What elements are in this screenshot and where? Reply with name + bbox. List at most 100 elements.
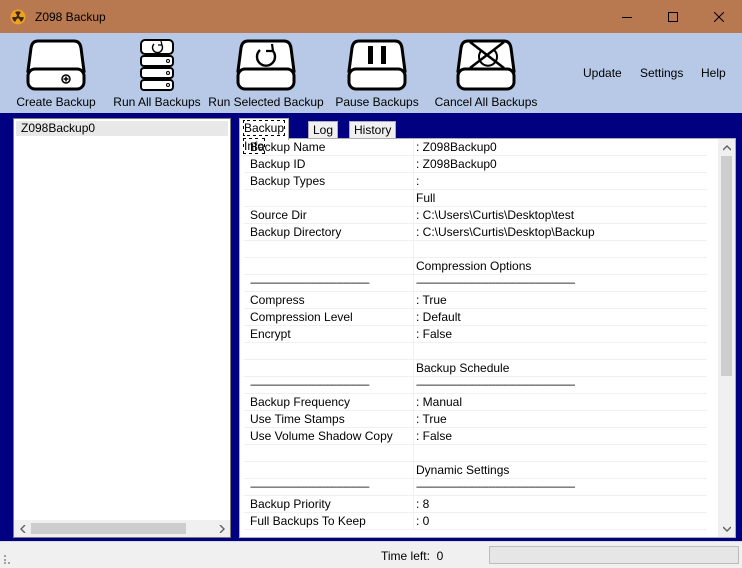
info-row: Backup Directory : C:\Users\Curtis\Deskto… (244, 224, 707, 241)
info-row (244, 241, 707, 258)
minimize-button[interactable] (604, 0, 650, 33)
pause-backups-button[interactable]: Pause Backups (335, 38, 419, 109)
info-key: ----------------------------------------… (250, 380, 370, 391)
scroll-right-button[interactable] (213, 520, 230, 537)
tab-backup-info[interactable]: Backup Info (239, 118, 290, 154)
info-divider (413, 156, 414, 173)
info-divider (413, 360, 414, 377)
info-row: Compression Level: Default (244, 309, 707, 326)
time-left-label: Time left: 0 (381, 549, 443, 563)
info-divider (413, 309, 414, 326)
vertical-scroll-thumb[interactable] (721, 156, 732, 376)
info-key (250, 445, 410, 462)
info-value: : C:\Users\Curtis\Desktop\test (416, 208, 575, 222)
info-divider (413, 292, 414, 309)
tab-history-label: History (354, 123, 392, 137)
info-value: : False (416, 429, 453, 443)
maximize-button[interactable] (650, 0, 696, 33)
time-left-value: 0 (436, 549, 444, 563)
status-bar: Time left: 0 (0, 541, 742, 568)
info-row: Backup Priority: 8 (244, 496, 707, 513)
server-stack-refresh-icon (140, 39, 174, 91)
tab-log-label: Log (313, 123, 334, 137)
info-row: Backup Schedule (244, 360, 707, 377)
info-key (250, 241, 410, 258)
maximize-icon (668, 11, 678, 22)
info-key: ----------------------------------------… (250, 278, 370, 289)
info-key: Compression Level (250, 310, 353, 324)
toolbar: Create Backup Run All Backups Run Select… (0, 33, 742, 113)
vertical-scrollbar[interactable] (718, 139, 735, 537)
window-title: Z098 Backup (35, 9, 106, 24)
info-value (416, 241, 706, 258)
info-divider (413, 445, 414, 462)
info-value: : C:\Users\Curtis\Desktop\Backup (416, 225, 595, 239)
pause-backups-label: Pause Backups (335, 95, 419, 109)
info-key (250, 258, 410, 275)
info-value: : Z098Backup0 (416, 140, 497, 154)
scroll-down-button[interactable] (718, 520, 735, 537)
info-value: ----------------------------------------… (416, 482, 575, 493)
run-all-backups-button[interactable]: Run All Backups (113, 38, 201, 109)
info-key: Encrypt (250, 327, 291, 341)
close-button[interactable] (696, 0, 742, 33)
chevron-down-icon (722, 526, 731, 532)
create-backup-label: Create Backup (16, 95, 96, 109)
info-row (244, 445, 707, 462)
menu-help[interactable]: Help (701, 66, 726, 80)
menu-update[interactable]: Update (583, 66, 622, 80)
run-all-backups-label: Run All Backups (113, 95, 201, 109)
run-selected-backup-button[interactable]: Run Selected Backup (208, 38, 324, 109)
backup-info-grid: Backup Name : Z098Backup0 Backup ID : Z098B… (244, 139, 707, 530)
info-key: ----------------------------------------… (250, 482, 370, 493)
info-divider (413, 275, 414, 292)
info-value: ----------------------------------------… (416, 278, 575, 289)
info-divider (413, 428, 414, 445)
info-divider (413, 190, 414, 207)
info-row: Backup Types: (244, 173, 707, 190)
info-row: Use Time Stamps: True (244, 411, 707, 428)
info-key: Backup Directory (250, 225, 342, 239)
info-value: Compression Options (416, 259, 532, 273)
info-key: Backup Name (250, 140, 326, 154)
info-divider (413, 173, 414, 190)
close-icon (714, 11, 724, 22)
info-key: Backup Priority (250, 497, 331, 511)
info-value: : 0 (416, 514, 430, 528)
menu-settings[interactable]: Settings (640, 66, 683, 80)
info-divider (413, 258, 414, 275)
info-row: Compress: True (244, 292, 707, 309)
info-key: Use Volume Shadow Copy (250, 429, 393, 443)
horizontal-scroll-thumb[interactable] (31, 523, 186, 534)
info-divider (413, 513, 414, 530)
info-divider (413, 326, 414, 343)
info-key: Backup Frequency (250, 395, 351, 409)
chevron-left-icon (19, 524, 25, 533)
cancel-all-backups-button[interactable]: Cancel All Backups (435, 38, 537, 109)
info-divider (413, 207, 414, 224)
title-bar[interactable]: Z098 Backup (0, 0, 742, 33)
info-divider (413, 462, 414, 479)
scroll-up-button[interactable] (718, 139, 735, 156)
drive-plus-icon (26, 39, 86, 91)
info-row: Backup Name : Z098Backup0 (244, 139, 707, 156)
info-row: Dynamic Settings (244, 462, 707, 479)
info-row: Source Dir: C:\Users\Curtis\Desktop\test (244, 207, 707, 224)
resize-grip-icon[interactable] (3, 554, 13, 564)
time-left-caption: Time left: (381, 549, 430, 563)
tab-history[interactable]: History (349, 121, 397, 139)
backup-list[interactable]: Z098Backup0 (13, 118, 231, 538)
backup-list-item[interactable]: Z098Backup0 (16, 121, 228, 136)
info-divider (413, 479, 414, 496)
info-key: Backup ID (250, 157, 306, 171)
horizontal-scrollbar[interactable] (14, 520, 230, 537)
tab-log[interactable]: Log (308, 121, 339, 139)
scroll-left-button[interactable] (14, 520, 31, 537)
info-row: Full Backups To Keep: 0 (244, 513, 707, 530)
info-divider (413, 377, 414, 394)
info-value: Dynamic Settings (416, 463, 510, 477)
info-value (416, 343, 706, 360)
create-backup-button[interactable]: Create Backup (16, 38, 96, 109)
app-radiation-icon (10, 9, 26, 24)
cancel-all-backups-label: Cancel All Backups (434, 95, 538, 109)
